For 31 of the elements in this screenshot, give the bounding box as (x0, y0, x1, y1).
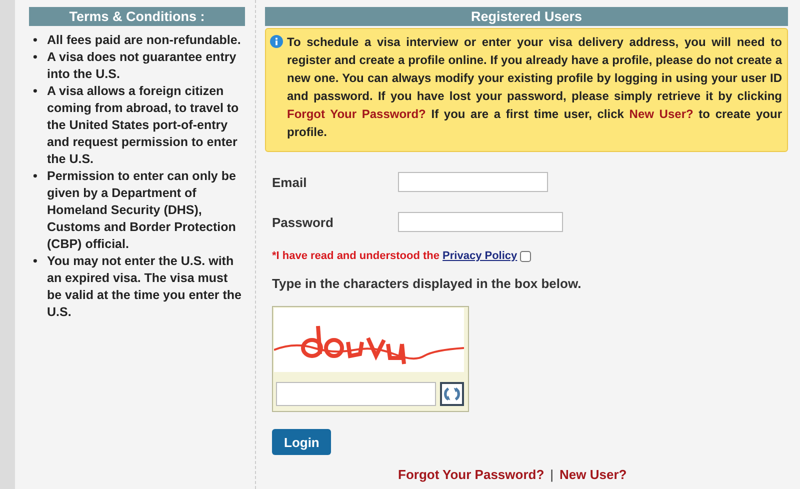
info-icon (270, 35, 283, 48)
section-heading: Registered Users (265, 7, 788, 26)
new-user-link[interactable]: New User? (560, 467, 627, 482)
info-link[interactable]: New User? (629, 107, 694, 121)
captcha-prompt: Type in the characters displayed in the box below. (272, 276, 582, 291)
field-label: Email (272, 174, 308, 190)
terms-item: You may not enter the U.S. with an expired visa. The visa must be valid at the time you enter the U.S. (47, 253, 242, 321)
password-field[interactable] (398, 212, 563, 232)
field-label: Password (272, 214, 334, 230)
bullet: • (33, 32, 38, 49)
link-separator: | (550, 467, 554, 482)
terms-item: A visa allows a foreign citizen coming from abroad, to travel to the United States port-of-entry and request permission to enter the U.S. (47, 83, 240, 168)
terms-item: A visa does not guarantee entry into the U.S. (47, 49, 238, 83)
captcha-field[interactable] (276, 382, 436, 406)
info-link[interactable]: Forgot Your Password? (287, 107, 426, 121)
privacy-statement: *I have read and understood the (272, 250, 440, 262)
bullet: • (33, 49, 38, 66)
terms-item: All fees paid are non-refundable. (47, 32, 242, 49)
privacy-policy-link[interactable]: Privacy Policy (442, 250, 518, 262)
terms-heading: Terms & Conditions : (29, 7, 245, 26)
email-field[interactable] (398, 172, 548, 192)
refresh-icon (443, 385, 461, 403)
login-button[interactable]: Login (272, 429, 332, 455)
bullet: • (33, 168, 38, 185)
privacy-checkbox[interactable] (520, 250, 532, 262)
info-text: To schedule a visa interview or enter your visa delivery address, you will need to register and create a profile online. If you already have a profile, please do not create a new one. You can always modify your existing profile by logging in using your user ID and password. If you have lost your password, please simply retrieve it by clicking Forgot Your Password? If you are a first time user, click New User? to create your profile. (287, 34, 782, 141)
forgot-password-link[interactable]: Forgot Your Password? (398, 467, 544, 482)
refresh-button[interactable] (440, 382, 464, 406)
terms-item: Permission to enter can only be given by a Department of Homeland Security (DHS), Customs and Border Protection (CBP) official. (47, 168, 237, 253)
bullet: • (33, 83, 38, 100)
bullet: • (33, 253, 38, 270)
